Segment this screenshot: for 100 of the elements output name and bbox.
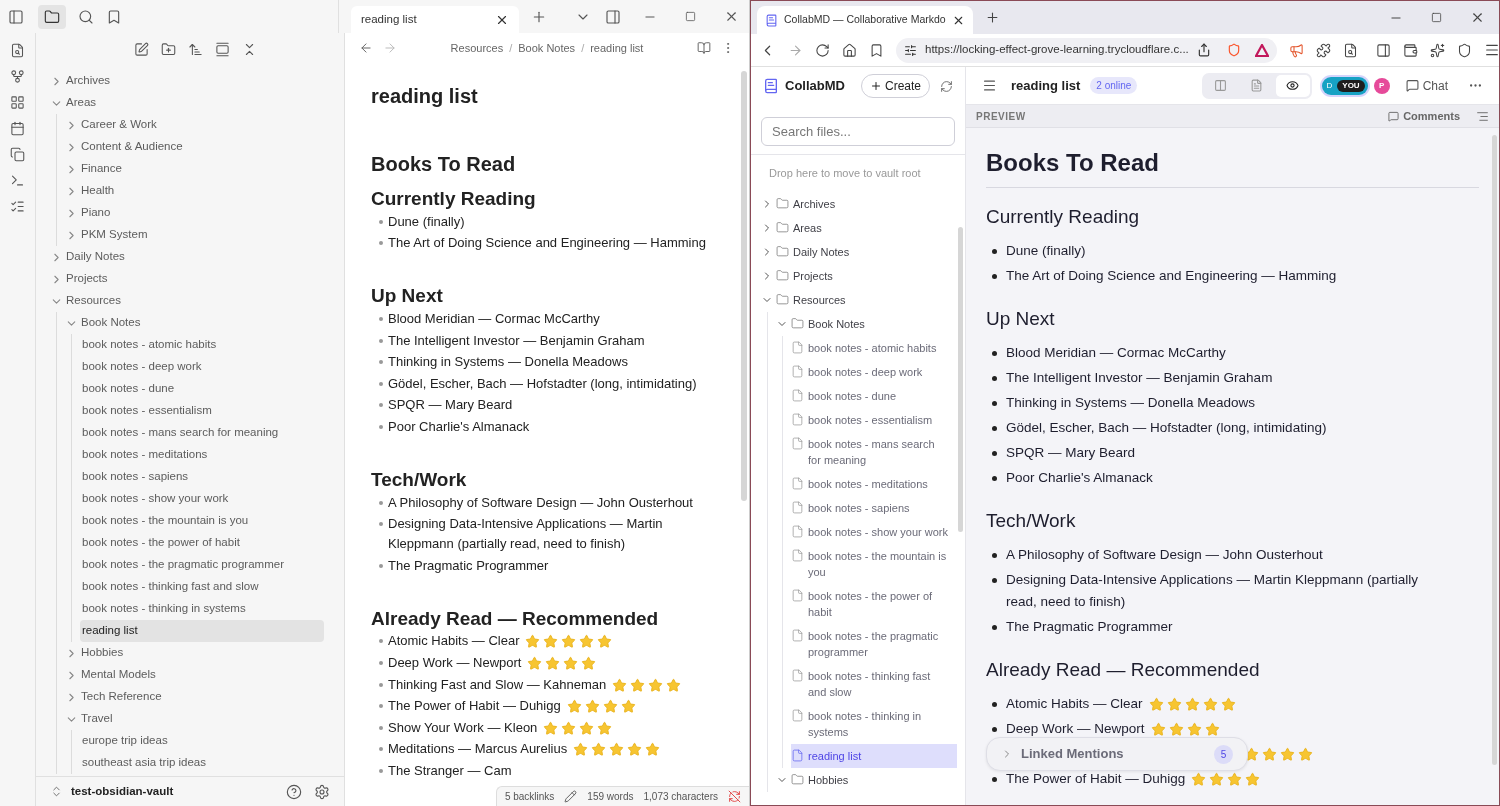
file-item[interactable]: book notes - deep work bbox=[791, 359, 957, 384]
file-item[interactable]: book notes - meditations bbox=[80, 444, 324, 466]
close-icon[interactable] bbox=[724, 9, 739, 24]
file-item[interactable]: book notes - sapiens bbox=[80, 466, 324, 488]
folder-item[interactable]: Archives bbox=[50, 70, 324, 92]
grid-icon[interactable] bbox=[10, 95, 25, 110]
file-item[interactable]: book notes - thinking in systems bbox=[791, 703, 957, 744]
file-item[interactable]: book notes - sapiens bbox=[791, 495, 957, 520]
linked-mentions-panel[interactable]: Linked Mentions 5 bbox=[986, 737, 1248, 771]
folder-item[interactable]: Content & Audience bbox=[65, 136, 324, 158]
forward-icon[interactable] bbox=[788, 42, 803, 58]
folder-item[interactable]: Health bbox=[65, 180, 324, 202]
new-tab-icon[interactable] bbox=[984, 10, 1000, 25]
files-tab[interactable] bbox=[38, 4, 66, 29]
file-item[interactable]: book notes - show your work bbox=[80, 488, 324, 510]
shield-icon[interactable] bbox=[1456, 42, 1472, 58]
file-item[interactable]: europe trip ideas bbox=[80, 730, 324, 752]
folder-item[interactable]: Resources bbox=[50, 290, 324, 312]
terminal-icon[interactable] bbox=[10, 173, 25, 188]
folder-item[interactable]: Resources bbox=[761, 287, 957, 312]
list-icon[interactable] bbox=[10, 199, 25, 214]
file-item[interactable]: book notes - the pragmatic programmer bbox=[80, 554, 324, 576]
wallet-icon[interactable] bbox=[1402, 42, 1418, 58]
breadcrumb[interactable]: Resources bbox=[450, 39, 504, 57]
folder-item[interactable]: Areas bbox=[761, 215, 957, 240]
sync-off-icon[interactable] bbox=[728, 790, 741, 803]
vault-name[interactable]: test-obsidian-vault bbox=[71, 782, 278, 801]
menu-icon[interactable] bbox=[982, 78, 997, 93]
calendar-icon[interactable] bbox=[10, 121, 25, 136]
new-note-icon[interactable] bbox=[133, 41, 149, 57]
menu-icon[interactable] bbox=[1483, 42, 1499, 58]
maximize-icon[interactable] bbox=[685, 11, 696, 22]
file-item[interactable]: reading list bbox=[80, 620, 324, 642]
file-item[interactable]: book notes - mans search for meaning bbox=[80, 422, 324, 444]
search-file-icon[interactable] bbox=[10, 43, 25, 58]
folder-item[interactable]: Projects bbox=[50, 268, 324, 290]
copy-icon[interactable] bbox=[10, 147, 25, 162]
reload-icon[interactable] bbox=[815, 42, 830, 58]
folder-item[interactable]: Archives bbox=[761, 191, 957, 216]
file-item[interactable]: book notes - the mountain is you bbox=[791, 543, 957, 584]
folder-item[interactable]: Areas bbox=[50, 92, 324, 114]
sidebar-toggle-icon[interactable] bbox=[8, 8, 24, 25]
file-item[interactable]: book notes - essentialism bbox=[80, 400, 324, 422]
user-avatar[interactable]: P bbox=[1373, 77, 1390, 94]
file-item[interactable]: book notes - meditations bbox=[791, 471, 957, 496]
file-item[interactable]: book notes - dune bbox=[791, 383, 957, 408]
outline-icon[interactable] bbox=[1476, 109, 1489, 123]
folder-item[interactable]: Career & Work bbox=[65, 114, 324, 136]
folder-item[interactable]: Book Notes bbox=[65, 312, 324, 334]
folder-item[interactable]: Travel bbox=[65, 708, 324, 730]
file-item[interactable]: book notes - show your work bbox=[791, 519, 957, 544]
chat-button[interactable]: Chat bbox=[1405, 76, 1448, 95]
extensions-icon[interactable] bbox=[1315, 42, 1331, 58]
reader-icon[interactable] bbox=[1342, 42, 1358, 58]
right-sidebar-icon[interactable] bbox=[605, 8, 621, 25]
refresh-icon[interactable] bbox=[940, 79, 953, 93]
close-icon[interactable] bbox=[1470, 10, 1485, 25]
megaphone-icon[interactable] bbox=[1288, 42, 1304, 58]
help-icon[interactable] bbox=[286, 783, 302, 800]
share-icon[interactable] bbox=[1196, 43, 1211, 57]
site-settings-icon[interactable] bbox=[904, 43, 917, 57]
user-chip[interactable]: D YOU bbox=[1321, 76, 1368, 95]
reading-view-icon[interactable] bbox=[697, 41, 711, 55]
folder-item[interactable]: Daily Notes bbox=[761, 239, 957, 264]
sort-icon[interactable] bbox=[187, 41, 203, 57]
file-item[interactable]: book notes - the power of habit bbox=[791, 583, 957, 624]
editor-tab[interactable]: reading list bbox=[351, 6, 519, 33]
file-item[interactable]: book notes - thinking fast and slow bbox=[791, 663, 957, 704]
bookmark-icon[interactable] bbox=[869, 42, 884, 58]
file-item[interactable]: reading list bbox=[791, 743, 957, 768]
maximize-icon[interactable] bbox=[1431, 12, 1442, 23]
file-item[interactable]: book notes - deep work bbox=[80, 356, 324, 378]
file-item[interactable]: book notes - the mountain is you bbox=[80, 510, 324, 532]
reveal-icon[interactable] bbox=[214, 41, 230, 57]
preview-view-button[interactable] bbox=[1275, 74, 1310, 97]
file-item[interactable]: book notes - dune bbox=[80, 378, 324, 400]
folder-item[interactable]: Finance bbox=[65, 158, 324, 180]
bookmark-icon[interactable] bbox=[106, 8, 122, 25]
edit-icon[interactable] bbox=[564, 790, 578, 803]
file-item[interactable]: book notes - thinking in systems bbox=[80, 598, 324, 620]
graph-icon[interactable] bbox=[10, 69, 25, 84]
sparkle-icon[interactable] bbox=[1429, 42, 1445, 58]
folder-item[interactable]: Piano bbox=[65, 202, 324, 224]
sidebar-icon[interactable] bbox=[1375, 42, 1391, 58]
file-item[interactable]: book notes - the pragmatic programmer bbox=[791, 623, 957, 664]
comments-button[interactable]: Comments bbox=[1388, 107, 1460, 125]
folder-item[interactable]: Hobbies bbox=[776, 767, 957, 792]
folder-item[interactable]: Book Notes bbox=[776, 311, 957, 336]
search-icon[interactable] bbox=[78, 8, 94, 25]
triangle-icon[interactable] bbox=[1254, 43, 1269, 57]
file-item[interactable]: book notes - atomic habits bbox=[791, 335, 957, 360]
back-icon[interactable] bbox=[359, 41, 373, 55]
file-item[interactable]: southeast asia trip ideas bbox=[80, 752, 324, 774]
file-item[interactable]: book notes - mans search for meaning bbox=[791, 431, 957, 472]
home-icon[interactable] bbox=[842, 42, 857, 58]
settings-icon[interactable] bbox=[314, 783, 330, 800]
file-item[interactable]: book notes - atomic habits bbox=[80, 334, 324, 356]
file-item[interactable]: book notes - essentialism bbox=[791, 407, 957, 432]
new-folder-icon[interactable] bbox=[160, 41, 176, 57]
file-item[interactable]: book notes - the power of habit bbox=[80, 532, 324, 554]
